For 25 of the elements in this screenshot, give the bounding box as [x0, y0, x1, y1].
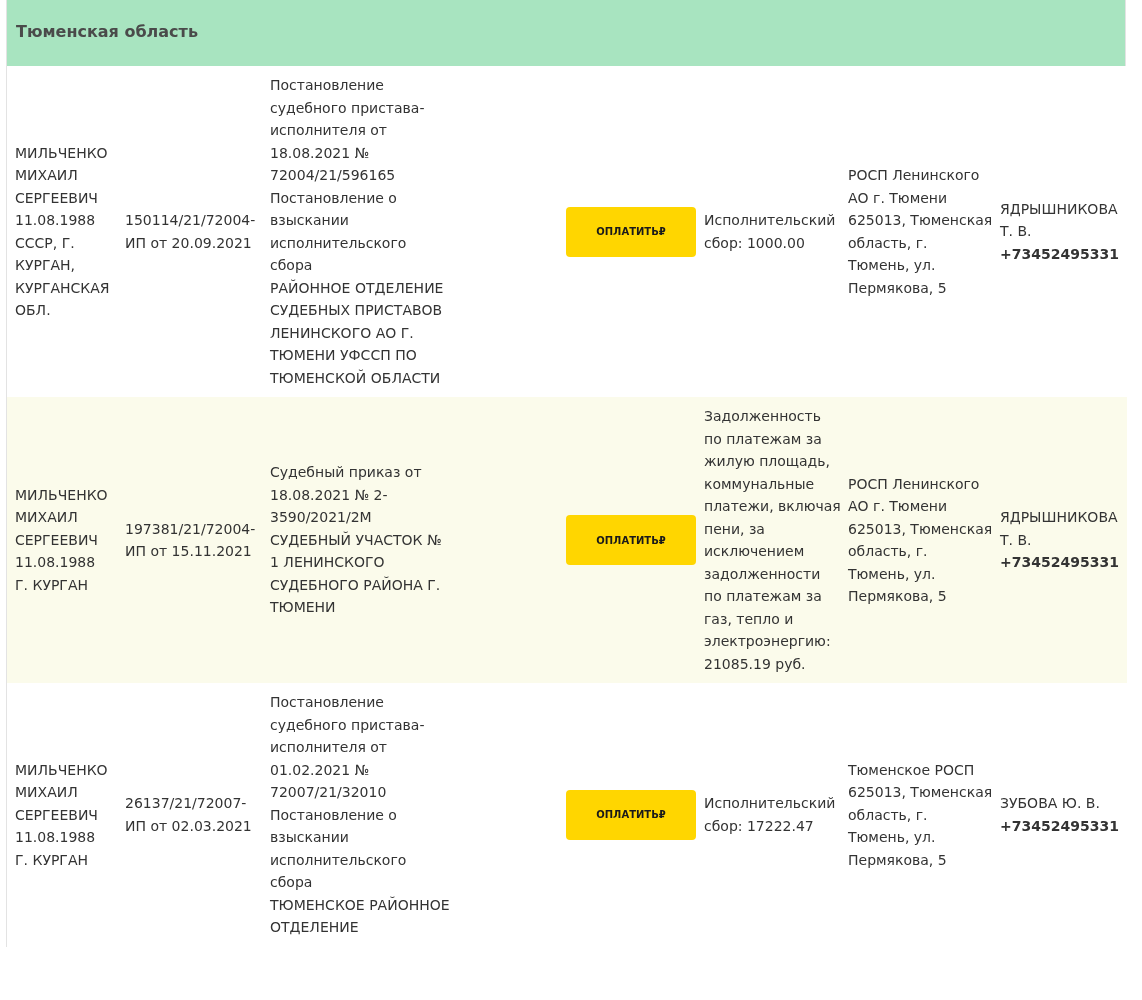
pay-button[interactable]: ОПЛАТИТЬ₽: [566, 789, 696, 840]
region-title: Тюменская область: [16, 22, 198, 41]
bailiff-phone: +73452495331: [1000, 553, 1120, 573]
document-cell-text: Постановление судебного пристава-исполнителя от 01.02.2021 № 72007/21/32010 Постановление о взыскании исполнительского сбора ТЮМЕНСКОЕ РАЙОННОЕ ОТДЕЛЕНИЕ: [270, 693, 451, 937]
department-cell-text: РОСП Ленинского АО г. Тюмени 625013, Тюменская область, г. Тюмень, ул. Пермякова, 5: [848, 166, 993, 298]
debtor-cell-text: МИЛЬЧЕНКО МИХАИЛ СЕРГЕЕВИЧ 11.08.1988 СССР, Г. КУРГАН, КУРГАНСКАЯ ОБЛ.: [15, 143, 111, 320]
pay-button[interactable]: ОПЛАТИТЬ₽: [566, 206, 696, 257]
document-cell-text: Судебный приказ от 18.08.2021 № 2-3590/2021/2М СУДЕБНЫЙ УЧАСТОК № 1 ЛЕНИНСКОГО СУДЕБНОГО РАЙОНА Г. ТЮМЕНИ: [270, 463, 443, 618]
document-cell-text: Постановление судебного пристава-исполнителя от 18.08.2021 № 72004/21/596165 Постановление о взыскании исполнительского сбора РАЙОННОЕ ОТДЕЛЕНИЕ СУДЕБНЫХ ПРИСТАВОВ ЛЕНИНСКОГО АО Г. ТЮМЕНИ УФССП ПО ТЮМЕНСКОЙ ОБЛАСТИ: [270, 76, 445, 388]
pay-button[interactable]: ОПЛАТИТЬ₽: [566, 515, 696, 565]
subject-cell-text: Исполнительский сбор: 17222.47: [704, 794, 837, 836]
proceeding-cell-text: 26137/21/72007-ИП от 02.03.2021: [125, 794, 253, 836]
bailiff-name: ЯДРЫШНИКОВА Т. В.: [1000, 199, 1119, 242]
bailiff-phone: +73452495331: [1000, 244, 1120, 264]
bailiff-name: ЗУБОВА Ю. В.: [1000, 794, 1101, 814]
subject-cell-text: Исполнительский сбор: 1000.00: [704, 211, 837, 253]
department-cell-text: РОСП Ленинского АО г. Тюмени 625013, Тюменская область, г. Тюмень, ул. Пермякова, 5: [848, 474, 993, 606]
department-cell-text: Тюменское РОСП 625013, Тюменская область, г. Тюмень, ул. Пермякова, 5: [848, 760, 993, 870]
bailiff-name: ЯДРЫШНИКОВА Т. В.: [1000, 508, 1119, 550]
subject-cell-text: Задолженность по платежам за жилую площадь, коммунальные платежи, включая пени, за исключением задолженности по платежам за газ, тепло и электроэнергию: 21085.19 руб.: [704, 407, 841, 674]
proceeding-cell-text: 197381/21/72004-ИП от 15.11.2021: [125, 519, 257, 561]
debtor-cell-text: МИЛЬЧЕНКО МИХАИЛ СЕРГЕЕВИЧ 11.08.1988 Г. КУРГАН: [15, 485, 109, 595]
proceeding-cell-text: 150114/21/72004-ИП от 20.09.2021: [125, 211, 257, 253]
debtor-cell-text: МИЛЬЧЕНКО МИХАИЛ СЕРГЕЕВИЧ 11.08.1988 Г. КУРГАН: [15, 760, 109, 870]
bailiff-phone: +73452495331: [1000, 816, 1120, 836]
